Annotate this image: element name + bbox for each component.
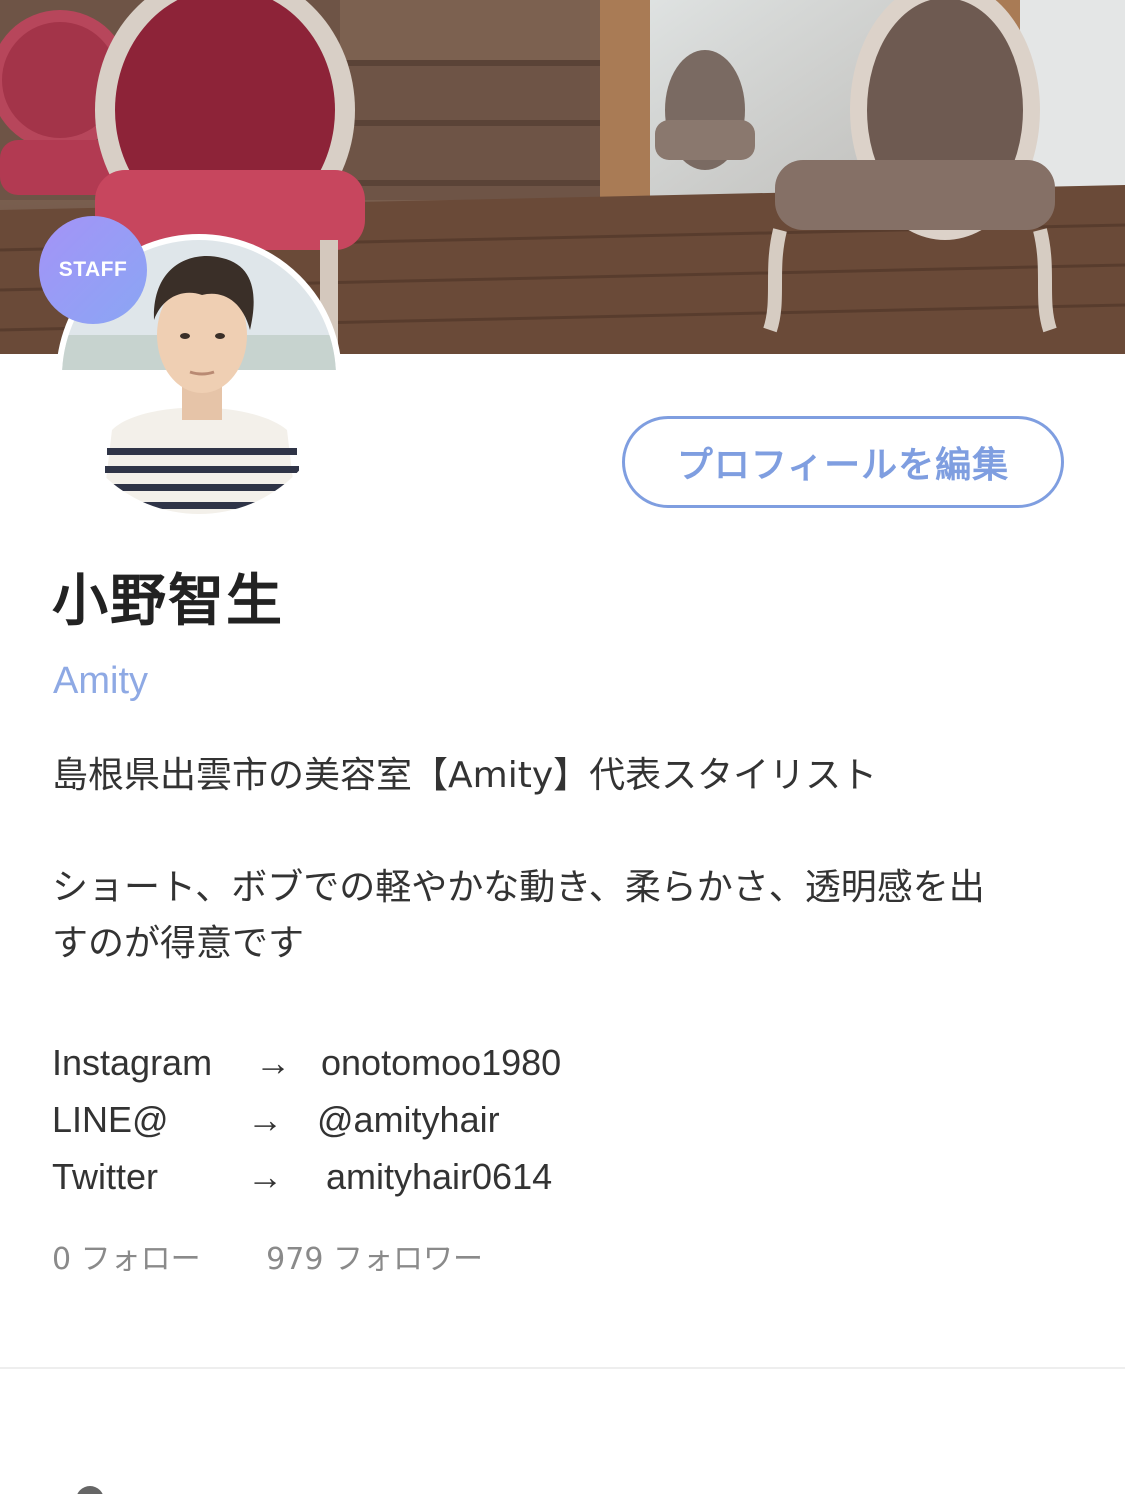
shop-link[interactable]: Amity [53,660,148,703]
profile-name: 小野智生 [52,569,284,634]
edit-profile-button[interactable]: プロフィールを編集 [622,416,1064,508]
social-label: LINE@ [52,1099,169,1140]
social-label: Twitter [52,1156,159,1197]
social-label: Instagram [52,1042,213,1083]
bio-line: 島根県出雲市の美容室【Amity】代表スタイリスト [52,755,878,796]
profile-page: STAFF プロフィールを編集 小野智生 Amity 島根県出雲市の美容室【Am… [0,0,1125,1494]
profile-bio: 島根県出雲市の美容室【Amity】代表スタイリスト ショート、ボブでの軽やかな動… [52,748,1082,972]
social-handle: @amityhair [317,1099,500,1140]
arrow-icon: → [247,1099,283,1140]
follow-counts: 0 フォロー 979 フォロワー [52,1234,483,1278]
staff-badge: STAFF [39,216,147,324]
arrow-icon: → [255,1042,291,1083]
social-handle: amityhair0614 [326,1156,553,1197]
following-count[interactable]: 0 フォロー [52,1234,201,1278]
bio-line: ショート、ボブでの軽やかな動き、柔らかさ、透明感を出 [52,867,985,908]
next-item-icon [76,1486,104,1494]
social-handle: onotomoo1980 [321,1042,562,1083]
arrow-icon: → [247,1156,283,1197]
bio-line: すのが得意です [52,923,305,964]
divider [0,1367,1125,1369]
followers-count[interactable]: 979 フォロワー [266,1234,483,1278]
